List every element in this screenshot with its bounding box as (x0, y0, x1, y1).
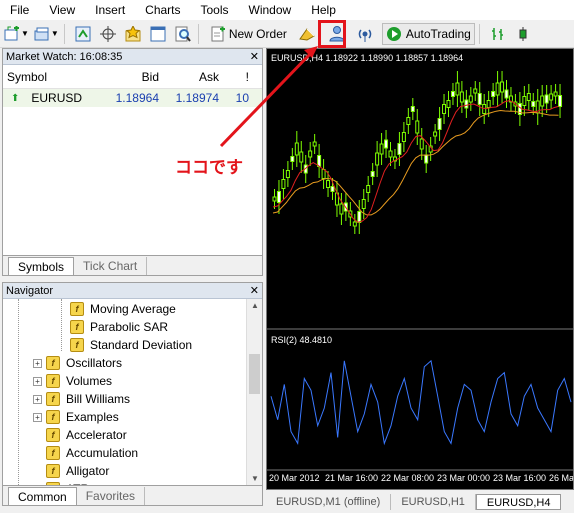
annotation-arrow (219, 46, 318, 148)
annotation-text: ココです (175, 158, 243, 177)
terminal-window: { "menu": ["File","View","Insert","Chart… (0, 0, 574, 513)
